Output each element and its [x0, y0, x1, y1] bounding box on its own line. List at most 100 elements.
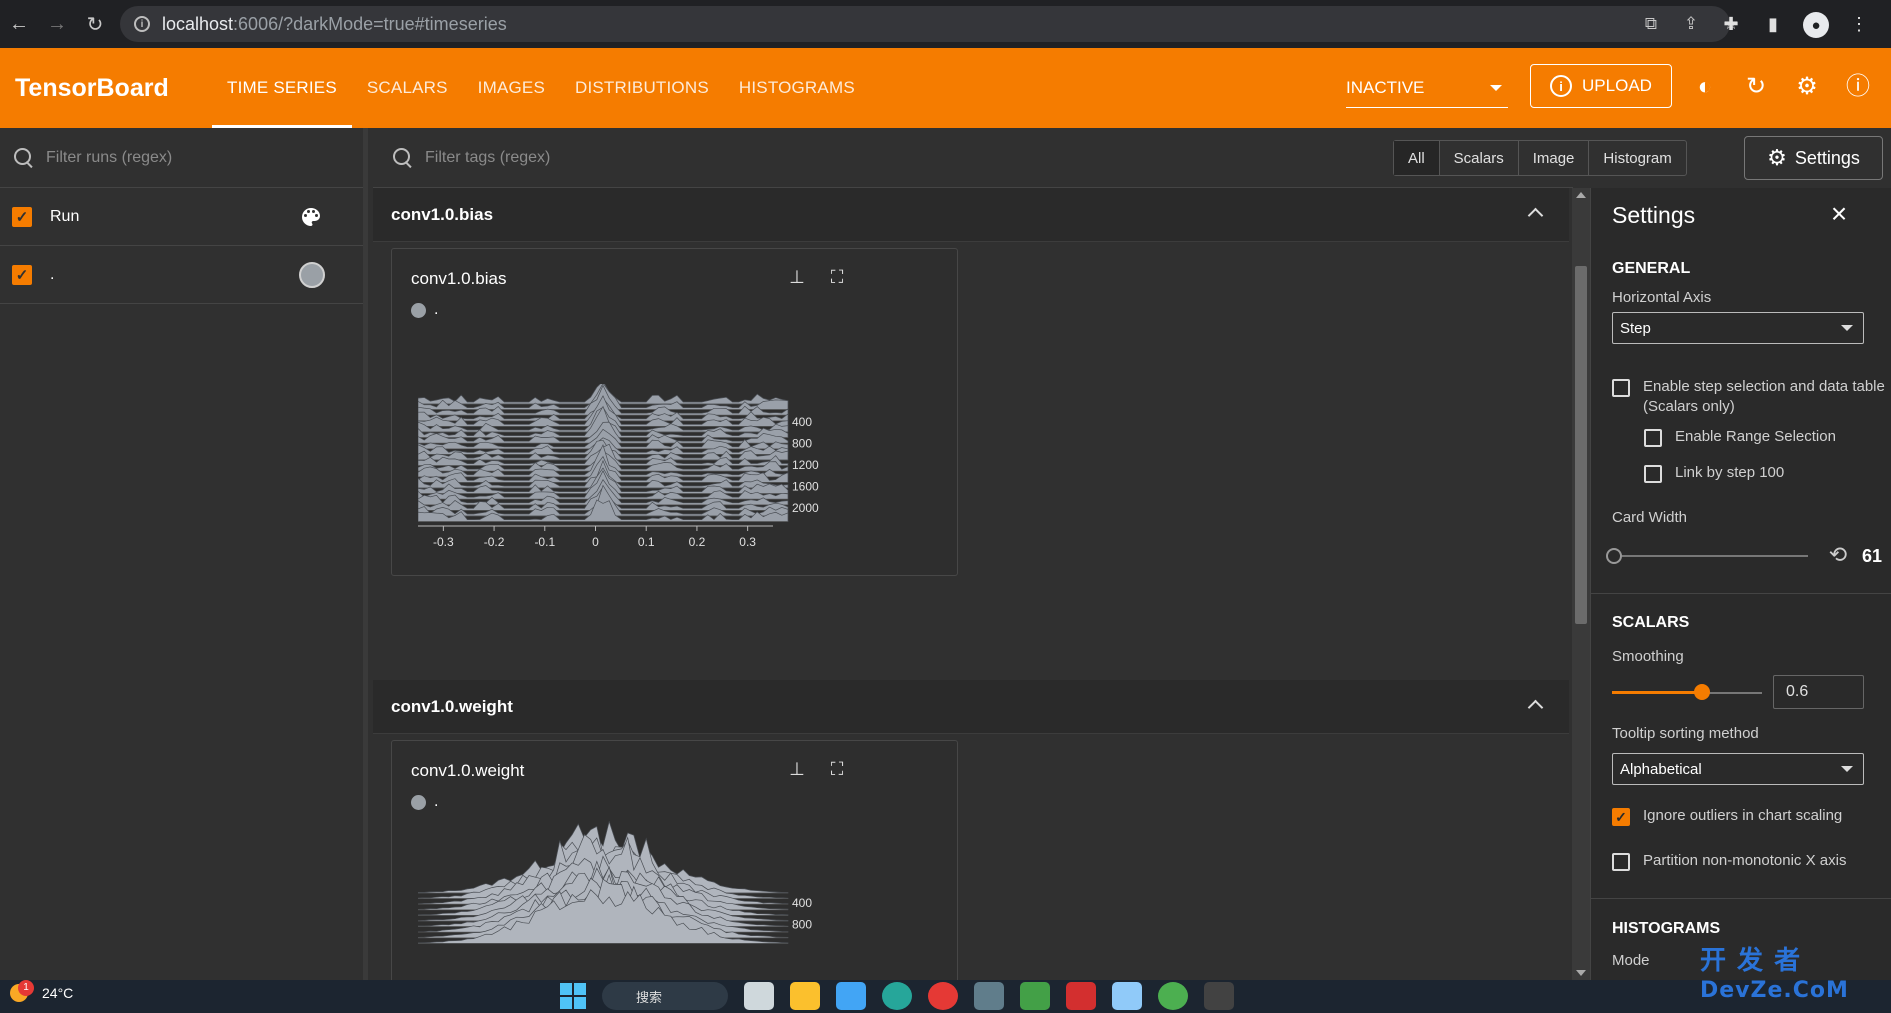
- reload-icon[interactable]: ↻: [76, 0, 114, 48]
- link-by-step-checkbox[interactable]: Link by step 100: [1644, 463, 1784, 483]
- brand-title: TensorBoard: [15, 73, 169, 102]
- chevron-up-icon[interactable]: [1527, 699, 1544, 716]
- x-tick-label: 0: [592, 535, 599, 549]
- main-scrollbar[interactable]: [1572, 188, 1590, 980]
- pin-icon[interactable]: ⊥: [786, 267, 808, 289]
- tab-scalars[interactable]: SCALARS: [352, 48, 463, 128]
- filter-image-button[interactable]: Image: [1519, 141, 1590, 175]
- run-checkbox-all[interactable]: ✓: [12, 206, 32, 227]
- search-icon: [14, 147, 34, 168]
- scrollbar-thumb[interactable]: [1575, 266, 1587, 624]
- site-info-icon[interactable]: i: [134, 16, 150, 32]
- horizontal-axis-select[interactable]: Step: [1612, 312, 1864, 344]
- inactive-dashboards-select[interactable]: INACTIVE: [1346, 68, 1508, 108]
- step-tick-label: 400: [792, 896, 812, 910]
- reset-icon[interactable]: ⟲: [1826, 543, 1850, 567]
- ignore-outliers-checkbox[interactable]: ✓ Ignore outliers in chart scaling: [1612, 806, 1842, 826]
- settings-button[interactable]: ⚙ Settings: [1744, 136, 1883, 180]
- theme-toggle-icon[interactable]: ◐: [1692, 74, 1718, 100]
- gear-icon: ⚙: [1767, 145, 1787, 170]
- x-tick-label: 0.3: [739, 535, 756, 549]
- translate-icon[interactable]: ⧉: [1641, 14, 1661, 34]
- runs-sidebar: Filter runs (regex) ✓ Run ✓ .: [0, 128, 368, 980]
- histogram-chart: 400 800: [418, 821, 812, 944]
- pin-icon[interactable]: ⊥: [786, 759, 808, 781]
- step-tick-label: 800: [792, 918, 812, 932]
- tab-histograms[interactable]: HISTOGRAMS: [724, 48, 870, 128]
- step-tick-label: 400: [792, 415, 812, 429]
- tab-distributions[interactable]: DISTRIBUTIONS: [560, 48, 724, 128]
- group-header-bias[interactable]: conv1.0.bias: [373, 188, 1569, 242]
- back-icon[interactable]: ←: [0, 0, 38, 48]
- card-width-slider[interactable]: [1612, 555, 1808, 557]
- fullscreen-icon[interactable]: ⛶: [826, 759, 848, 781]
- task-view-icon[interactable]: [744, 982, 774, 1010]
- fullscreen-icon[interactable]: ⛶: [826, 267, 848, 289]
- wechat-icon[interactable]: [1158, 982, 1188, 1010]
- filter-histogram-button[interactable]: Histogram: [1589, 141, 1685, 175]
- x-tick-label: 0.1: [638, 535, 655, 549]
- step-selection-checkbox[interactable]: Enable step selection and data table (Sca…: [1612, 377, 1885, 417]
- smoothing-slider-knob[interactable]: [1694, 684, 1710, 700]
- refresh-icon[interactable]: ↻: [1743, 74, 1769, 100]
- filter-all-button[interactable]: All: [1394, 141, 1440, 175]
- weather-icon: 1: [10, 980, 34, 1002]
- file-explorer-icon[interactable]: [790, 982, 820, 1010]
- card-legend: .: [411, 301, 438, 319]
- chevron-up-icon[interactable]: [1527, 207, 1544, 224]
- settings-panel: Settings × GENERAL Horizontal Axis Step …: [1590, 188, 1891, 980]
- smoothing-input[interactable]: 0.6: [1773, 675, 1864, 709]
- pycharm-icon[interactable]: [1020, 982, 1050, 1010]
- filter-runs-input[interactable]: Filter runs (regex): [0, 128, 363, 188]
- card-width-slider-knob[interactable]: [1606, 548, 1622, 564]
- plugin-type-filter: All Scalars Image Histogram: [1393, 140, 1687, 176]
- forward-icon[interactable]: →: [38, 0, 76, 48]
- browser-menu-icon[interactable]: ⋮: [1847, 12, 1871, 36]
- run-row-header: ✓ Run: [0, 188, 363, 246]
- edge-icon[interactable]: [882, 982, 912, 1010]
- taskbar-search[interactable]: 搜索: [602, 982, 728, 1010]
- scroll-down-icon[interactable]: [1576, 970, 1586, 976]
- upload-button[interactable]: i UPLOAD: [1530, 64, 1672, 108]
- tab-images[interactable]: IMAGES: [463, 48, 560, 128]
- histogram-card: conv1.0.bias . ⊥ ⛶ 400 800 1200 1600 2000 -0.…: [391, 248, 958, 576]
- step-tick-label: 1600: [792, 480, 819, 494]
- tab-time-series[interactable]: TIME SERIES: [212, 48, 352, 128]
- profile-avatar-icon[interactable]: ●: [1803, 12, 1829, 38]
- chrome-icon[interactable]: [928, 982, 958, 1010]
- partition-x-axis-checkbox[interactable]: Partition non-monotonic X axis: [1612, 851, 1846, 871]
- run-color-dot: [411, 794, 426, 810]
- card-legend: .: [411, 793, 438, 811]
- weather-widget[interactable]: 1 24°C: [10, 980, 73, 1002]
- settings-app-icon[interactable]: [974, 982, 1004, 1010]
- time-series-main: Filter tags (regex) All Scalars Image Hi…: [373, 128, 1687, 1000]
- help-icon[interactable]: ⓘ: [1845, 74, 1871, 100]
- store-icon[interactable]: [836, 982, 866, 1010]
- app-icon[interactable]: [1066, 982, 1096, 1010]
- run-row: ✓ .: [0, 246, 363, 304]
- address-bar[interactable]: i localhost:6006/?darkMode=true#timeseri…: [120, 6, 1730, 42]
- chevron-down-icon: [1490, 84, 1502, 91]
- run-color-dot: [411, 302, 426, 318]
- scroll-up-icon[interactable]: [1576, 192, 1586, 198]
- range-selection-checkbox[interactable]: Enable Range Selection: [1644, 427, 1836, 447]
- share-icon[interactable]: ⇪: [1681, 14, 1701, 34]
- watermark: 开 发 者 DevZe.CoM: [1700, 946, 1849, 1003]
- side-panel-icon[interactable]: ▮: [1761, 12, 1785, 36]
- step-tick-label: 2000: [792, 501, 819, 515]
- tooltip-sort-select[interactable]: Alphabetical: [1612, 753, 1864, 785]
- extensions-icon[interactable]: ✚: [1719, 12, 1743, 36]
- x-tick-label: 0.2: [689, 535, 706, 549]
- run-color-swatch[interactable]: [299, 262, 325, 288]
- palette-icon[interactable]: [298, 205, 324, 229]
- terminal-icon[interactable]: [1204, 982, 1234, 1010]
- group-header-weight[interactable]: conv1.0.weight: [373, 680, 1569, 734]
- windows-start-icon[interactable]: [560, 983, 586, 1009]
- browser-toolbar: ← → ↻ i localhost:6006/?darkMode=true#ti…: [0, 0, 1891, 48]
- run-checkbox[interactable]: ✓: [12, 264, 32, 285]
- app-icon[interactable]: [1112, 982, 1142, 1010]
- filter-scalars-button[interactable]: Scalars: [1440, 141, 1519, 175]
- step-tick-label: 800: [792, 437, 812, 451]
- settings-gear-icon[interactable]: ⚙: [1794, 74, 1820, 100]
- close-icon[interactable]: ×: [1827, 200, 1851, 228]
